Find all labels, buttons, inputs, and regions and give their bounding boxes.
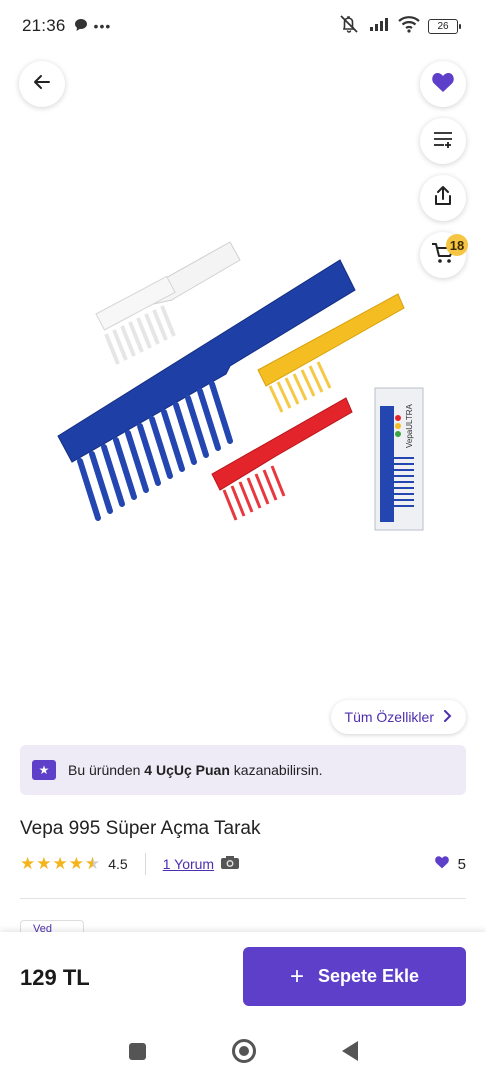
product-image[interactable]: VepaULTRA — [40, 236, 440, 536]
system-navigation-bar — [0, 1022, 486, 1080]
heart-icon — [434, 855, 450, 873]
packaged-comb-illustration: VepaULTRA — [374, 387, 424, 531]
price: 129 TL — [20, 965, 90, 990]
points-text: Bu üründen 4 UçUç Puan kazanabilirsin. — [68, 762, 323, 778]
camera-icon — [220, 855, 240, 873]
ticket-star-icon: ★ — [32, 760, 56, 780]
more-notifications-icon: ••• — [93, 18, 112, 34]
back-button[interactable] — [19, 61, 65, 107]
rating-stars: ★ ★ ★ ★ ★ — [20, 854, 100, 874]
favorite-button[interactable] — [420, 61, 466, 107]
heart-icon — [431, 71, 455, 98]
share-icon — [433, 185, 453, 212]
home-button[interactable] — [231, 1039, 256, 1063]
add-to-cart-button[interactable]: + Sepete Ekle — [243, 947, 466, 1006]
divider — [144, 853, 146, 875]
red-comb-illustration — [211, 397, 353, 521]
product-title: Vepa 995 Süper Açma Tarak — [20, 818, 261, 839]
rating-value: 4.5 — [108, 856, 128, 872]
system-back-button[interactable] — [341, 1041, 358, 1061]
status-bar: 21:36 ••• 26 — [0, 0, 486, 52]
add-to-cart-label: Sepete Ekle — [317, 966, 420, 986]
points-amount: 4 UçUç Puan — [144, 762, 230, 778]
star-icon: ★ — [68, 854, 84, 873]
recents-button[interactable] — [128, 1042, 146, 1060]
star-half-icon: ★ — [85, 854, 100, 874]
package-label: VepaULTRA — [405, 403, 414, 448]
share-button[interactable] — [420, 175, 466, 221]
list-add-icon — [432, 129, 454, 154]
rating-row: ★ ★ ★ ★ ★ 4.5 1 Yorum 5 — [20, 852, 466, 876]
all-features-button[interactable]: Tüm Özellikler — [330, 700, 466, 734]
cart-count-badge: 18 — [446, 234, 468, 256]
chevron-right-icon — [442, 709, 452, 725]
reviews-link[interactable]: 1 Yorum — [163, 856, 214, 872]
plus-icon: + — [289, 962, 304, 990]
arrow-left-icon — [32, 72, 52, 97]
bottom-purchase-bar: 129 TL + Sepete Ekle — [0, 932, 486, 1022]
chat-notification-icon — [74, 18, 88, 35]
star-icon: ★ — [52, 854, 68, 873]
all-features-label: Tüm Özellikler — [344, 709, 434, 725]
status-time: 21:36 — [22, 16, 66, 35]
points-banner: ★ Bu üründen 4 UçUç Puan kazanabilirsin. — [20, 745, 466, 795]
star-icon: ★ — [20, 854, 36, 873]
likes-count-group[interactable]: 5 — [434, 855, 466, 873]
add-to-list-button[interactable] — [420, 118, 466, 164]
signal-icon — [368, 16, 390, 37]
wifi-icon — [398, 15, 420, 38]
likes-count: 5 — [457, 855, 466, 873]
mute-icon — [338, 14, 360, 39]
section-divider — [20, 898, 466, 899]
battery-icon: 26 — [428, 19, 461, 34]
star-icon: ★ — [36, 854, 52, 873]
